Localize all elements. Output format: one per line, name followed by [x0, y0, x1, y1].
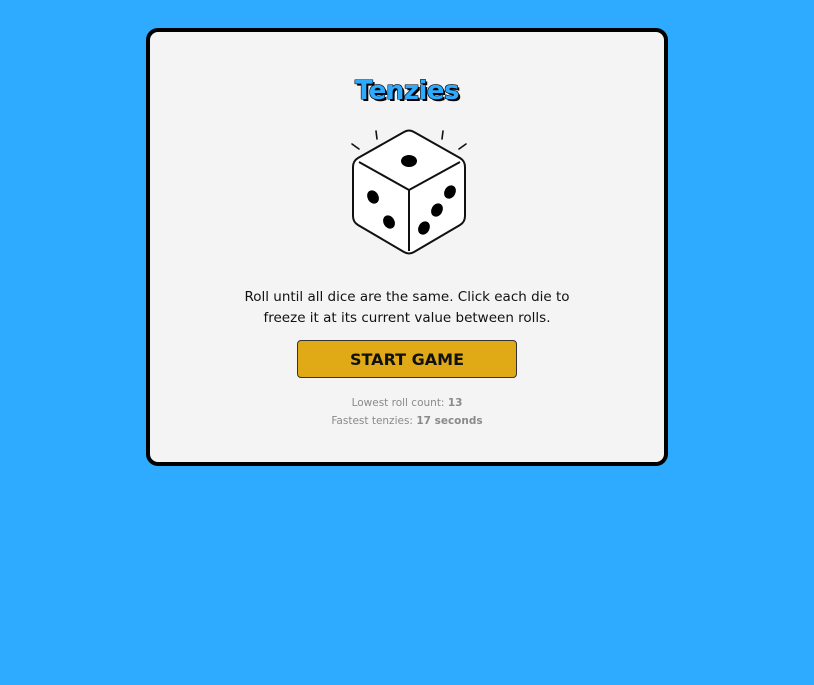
start-game-button[interactable]: START GAME	[297, 340, 517, 378]
dice-icon	[348, 124, 472, 258]
instructions-text: Roll until all dice are the same. Click …	[244, 289, 570, 326]
fastest-tenzies-label: Fastest tenzies:	[331, 415, 413, 427]
fastest-tenzies-stat: Fastest tenzies: 17 seconds	[150, 412, 664, 430]
lowest-roll-value: 13	[447, 397, 463, 409]
game-card: Tenzies Roll until all dice are the same…	[146, 28, 668, 466]
lowest-roll-stat: Lowest roll count: 13	[150, 394, 664, 412]
app-title: Tenzies	[354, 76, 460, 106]
stats-panel: Lowest roll count: 13 Fastest tenzies: 1…	[150, 394, 664, 430]
fastest-tenzies-value: 17 seconds	[416, 415, 483, 427]
lowest-roll-label: Lowest roll count:	[351, 397, 445, 409]
